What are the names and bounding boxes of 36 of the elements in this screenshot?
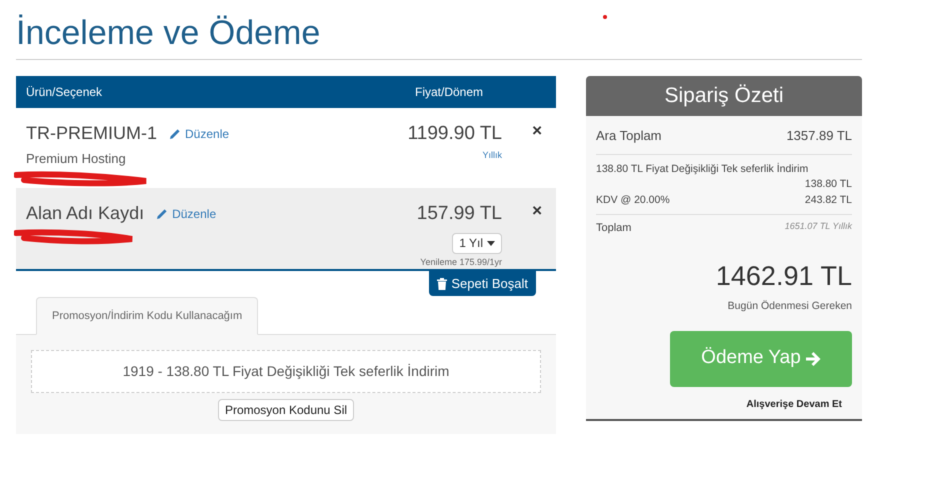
product-name: TR-PREMIUM-1 [26, 122, 157, 145]
arrow-right-icon [804, 352, 821, 366]
continue-shopping-link[interactable]: Alışverişe Devam Et [746, 396, 842, 412]
trash-icon [437, 278, 448, 290]
applied-promo-code: 1919 - 138.80 TL Fiyat Değişikliği Tek seferlik İndirim [31, 350, 541, 393]
recurring-total: 1651.07 TL Yıllık [784, 220, 852, 233]
period-select[interactable]: 1 Yıl [452, 232, 502, 254]
renewal-price: Yenileme 175.99/1yr [420, 256, 502, 269]
remove-button[interactable]: × [532, 122, 542, 138]
discount-label: 138.80 TL Fiyat Değişikliği Tek seferlik İndirim [596, 162, 810, 176]
empty-cart-button[interactable]: Sepeti Boşalt [429, 271, 536, 296]
subtotal-amount: 1357.89 TL [786, 127, 852, 145]
discount-amount: 138.80 TL [804, 177, 852, 192]
total-label: Toplam [596, 220, 632, 236]
column-header: Ürün/Seçenek [26, 84, 104, 101]
caret-icon [487, 240, 495, 246]
due-today-label: Bugün Ödenmesi Gereken [728, 298, 852, 314]
edit-link[interactable]: Düzenle [169, 124, 230, 142]
promo-tab[interactable]: Promosyon/İndirim Kodu Kullanacağım [36, 297, 258, 335]
due-today-amount: 1462.91 TL [716, 260, 852, 294]
remove-button[interactable]: × [532, 202, 542, 218]
item-price: 1199.90 TL [408, 122, 502, 146]
tax-label: KDV @ 20.00% [596, 193, 670, 208]
edit-link[interactable]: Düzenle [156, 204, 216, 222]
billing-cycle: Yıllık [482, 148, 502, 162]
summary-title: Sipariş Özeti [664, 83, 784, 110]
product-name: Alan Adı Kaydı [26, 202, 144, 225]
subtotal-label: Ara Toplam [596, 127, 662, 145]
column-header: Fiyat/Dönem [414, 84, 484, 101]
page-title: İnceleme ve Ödeme [16, 12, 862, 60]
item-price: 157.99 TL [416, 202, 502, 226]
tax-amount: 243.82 TL [804, 193, 852, 208]
pencil-icon [156, 208, 168, 220]
remove-promo-button[interactable]: Promosyon Kodunu Sil [218, 399, 354, 421]
product-group: Premium Hosting [26, 149, 382, 168]
pencil-icon [169, 128, 181, 140]
